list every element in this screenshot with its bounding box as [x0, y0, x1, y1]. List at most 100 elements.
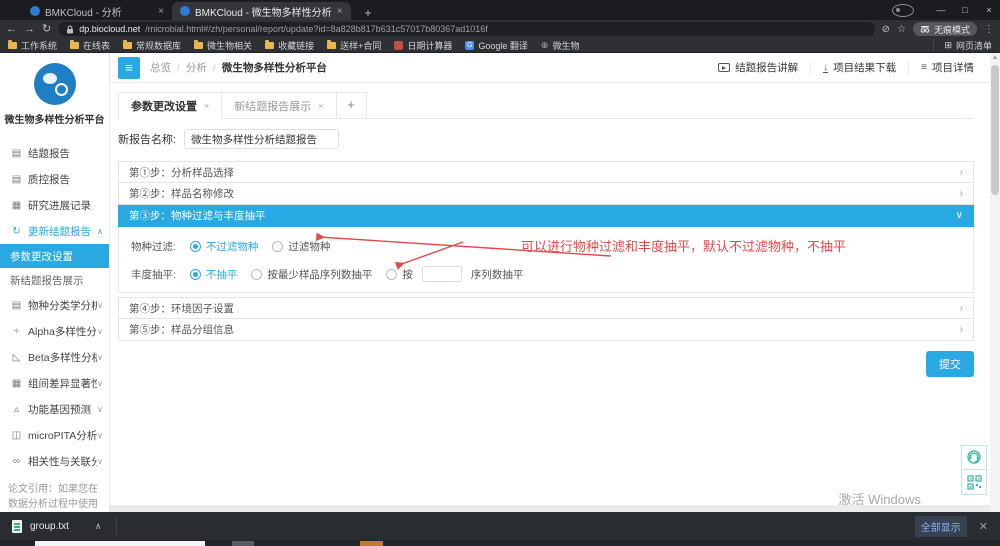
radio-custom-rarefy[interactable]: 按序列数抽平: [386, 266, 523, 282]
menu-kebab-icon[interactable]: ⋮: [984, 24, 994, 35]
sidebar-item-report[interactable]: ▤结题报告: [0, 140, 109, 166]
browser-tab-2-active[interactable]: BMKCloud - 微生物多样性分析 ×: [172, 2, 351, 20]
submit-row: 提交: [118, 351, 974, 377]
taskbar-search-box[interactable]: [35, 541, 205, 546]
bookmark-translate[interactable]: GGoogle 翻译: [465, 39, 528, 52]
chevron-up-icon[interactable]: ∧: [95, 521, 102, 532]
tab-close-icon[interactable]: ×: [204, 101, 209, 111]
page-tabs: 参数更改设置 × 新结题报告展示 × +: [118, 89, 974, 119]
close-button[interactable]: ×: [978, 0, 1000, 20]
project-download-button[interactable]: ↓项目结果下载: [810, 60, 908, 75]
radio-min-sample-rarefy[interactable]: 按最少样品序列数抽平: [251, 267, 372, 282]
bookmark-folder[interactable]: 收藏链接: [265, 39, 314, 52]
minimize-button[interactable]: —: [930, 0, 952, 20]
sidebar-item-beta[interactable]: ◺Beta多样性分析∨: [0, 344, 109, 370]
tab-close-icon[interactable]: ×: [318, 101, 323, 111]
globe-icon: ⊕: [541, 40, 549, 51]
chevron-down-icon: ∨: [97, 379, 103, 388]
bookmark-folder[interactable]: 送样+合同: [327, 39, 381, 52]
sidebar-item-qc-report[interactable]: ▤质控报告: [0, 166, 109, 192]
radio-filter[interactable]: 过滤物种: [272, 239, 330, 254]
sidebar-menu: ▤结题报告 ▤质控报告 ▦研究进展记录 ↻更新结题报告∧ 参数更改设置 新结题报…: [0, 140, 109, 474]
bookmark-label: 常规数据库: [136, 39, 181, 52]
sidebar-item-taxonomy[interactable]: ▤物种分类学分析∨: [0, 292, 109, 318]
url-domain: dp.biocloud.net: [79, 24, 140, 34]
breadcrumb-analysis[interactable]: 分析: [186, 60, 207, 75]
bookmark-star-icon[interactable]: ☆: [897, 24, 906, 35]
eye-blocked-icon[interactable]: ⊘: [882, 24, 890, 35]
incognito-label: 无痕模式: [934, 23, 970, 36]
forward-icon[interactable]: →: [24, 20, 35, 38]
address-bar[interactable]: dp.biocloud.net/microbial.html#/zh/perso…: [58, 22, 874, 36]
folder-icon: [327, 42, 336, 49]
show-all-downloads-button[interactable]: 全部显示: [915, 516, 967, 537]
sidebar-item-update-report[interactable]: ↻更新结题报告∧: [0, 218, 109, 244]
qr-code-button[interactable]: [961, 470, 987, 495]
step-3-filter-rarefy[interactable]: 第③步：物种过滤与丰度抽平∨: [118, 205, 974, 227]
report-name-input[interactable]: [184, 129, 339, 149]
downloaded-file-chip[interactable]: group.txt ∧: [0, 512, 116, 540]
qr-code-icon: [967, 475, 982, 490]
project-details-button[interactable]: ≡项目详情: [908, 60, 986, 75]
step-3-panel: 物种过滤: 不过滤物种 过滤物种 丰度抽平: 不抽平 按最少样品序列数抽平 按序…: [118, 227, 974, 293]
gene-icon: ▵: [10, 404, 23, 415]
sidebar-item-micropita[interactable]: ◫microPITA分析∨: [0, 422, 109, 448]
browser-tab-1[interactable]: BMKCloud - 分析 ×: [22, 2, 172, 20]
tab-close-icon[interactable]: ×: [337, 6, 343, 17]
bookmark-folder[interactable]: 在线表: [70, 39, 110, 52]
scrollbar-thumb[interactable]: [991, 65, 999, 195]
add-tab-button[interactable]: +: [337, 92, 367, 118]
calculator-icon: [394, 41, 403, 50]
sidebar-item-progress[interactable]: ▦研究进展记录: [0, 192, 109, 218]
bookmark-folder[interactable]: 工作系统: [8, 39, 57, 52]
rarefy-count-input[interactable]: [422, 266, 462, 282]
sidebar-item-param-settings[interactable]: 参数更改设置: [0, 244, 109, 268]
folder-icon: [265, 42, 274, 49]
radio-no-filter[interactable]: 不过滤物种: [190, 239, 259, 254]
taskbar-app-icon[interactable]: [232, 541, 254, 546]
chevron-down-icon: ∨: [956, 210, 963, 221]
headset-icon: [966, 450, 982, 465]
sidebar-item-correlation[interactable]: ∞相关性与关联分析∨: [0, 448, 109, 474]
tab-param-settings[interactable]: 参数更改设置 ×: [118, 92, 222, 118]
bmk-favicon: [180, 6, 190, 16]
radio-no-rarefy[interactable]: 不抽平: [190, 267, 238, 282]
step-1-sample-select[interactable]: 第①步：分析样品选择›: [118, 161, 974, 183]
species-filter-label: 物种过滤:: [131, 239, 176, 254]
bookmark-folder[interactable]: 微生物相关: [194, 39, 252, 52]
breadcrumb-overview[interactable]: 总览: [150, 60, 171, 75]
step-4-env-factor[interactable]: 第④步：环境因子设置›: [118, 297, 974, 319]
page-scrollbar[interactable]: ▲: [990, 53, 1000, 512]
windows-watermark: 激活 Windows 转到“设置”以激活 Windows。: [838, 489, 962, 512]
document-icon: ▤: [10, 148, 23, 159]
customer-service-button[interactable]: [961, 445, 987, 470]
maximize-button[interactable]: □: [954, 0, 976, 20]
windows-taskbar-edge: [0, 540, 1000, 546]
sidebar-item-alpha[interactable]: ÷Alpha多样性分析∨: [0, 318, 109, 344]
new-tab-button[interactable]: +: [359, 6, 378, 20]
submit-button[interactable]: 提交: [926, 351, 974, 377]
step-2-sample-rename[interactable]: 第②步：样品名称修改›: [118, 183, 974, 205]
bookmark-microbe[interactable]: ⊕微生物: [541, 39, 580, 52]
taskbar-app-icon[interactable]: [360, 541, 383, 546]
folder-icon: [194, 42, 203, 49]
bookmark-calculator[interactable]: 日期计算器: [394, 39, 452, 52]
reading-list-button[interactable]: ⊞网页清单: [933, 39, 992, 52]
step-5-group-info[interactable]: 第⑤步：样品分组信息›: [118, 319, 974, 341]
report-explain-button[interactable]: 结题报告讲解: [706, 60, 810, 75]
scroll-up-icon[interactable]: ▲: [990, 53, 1000, 63]
refresh-icon[interactable]: ↻: [42, 20, 51, 38]
tab-new-report-view[interactable]: 新结题报告展示 ×: [222, 92, 336, 118]
sidebar-item-function-predict[interactable]: ▵功能基因预测∨: [0, 396, 109, 422]
back-icon[interactable]: ←: [6, 20, 17, 38]
download-icon: ↓: [823, 63, 828, 73]
incognito-profile-icon[interactable]: [892, 4, 914, 17]
hamburger-menu-icon[interactable]: ≡: [118, 57, 140, 79]
sidebar-item-new-report-view[interactable]: 新结题报告展示: [0, 268, 109, 292]
tab-close-icon[interactable]: ×: [158, 6, 164, 17]
floating-widgets: [961, 445, 987, 495]
sidebar: 微生物多样性分析平台 ▤结题报告 ▤质控报告 ▦研究进展记录 ↻更新结题报告∧ …: [0, 53, 110, 512]
close-shelf-icon[interactable]: ✕: [979, 520, 988, 533]
bookmark-folder[interactable]: 常规数据库: [123, 39, 181, 52]
sidebar-item-group-diff[interactable]: ▦组间差异显著性分析∨: [0, 370, 109, 396]
